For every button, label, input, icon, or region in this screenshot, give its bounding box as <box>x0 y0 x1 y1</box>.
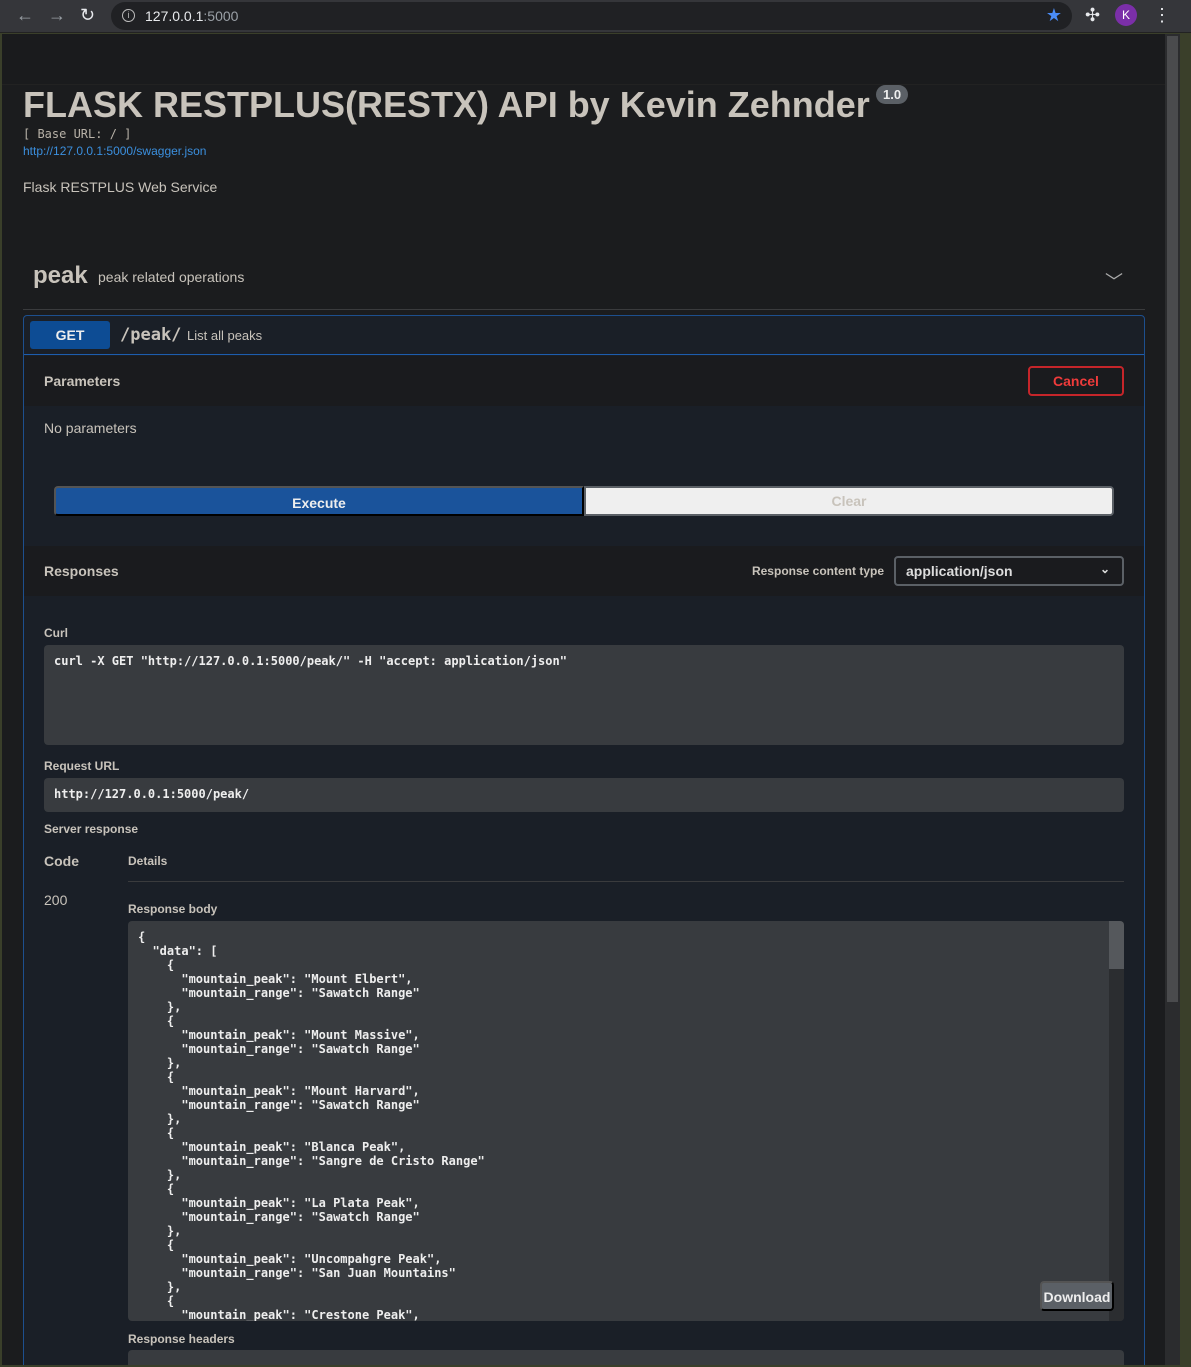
responses-header: Responses Response content type applicat… <box>24 546 1144 596</box>
server-response-label: Server response <box>44 822 139 836</box>
menu-icon[interactable]: ⋮ <box>1153 5 1171 26</box>
base-url: [ Base URL: / ] <box>23 127 132 141</box>
details-column-header: Details <box>128 854 168 868</box>
divider <box>128 881 1124 882</box>
response-body[interactable]: { "data": [ { "mountain_peak": "Mount El… <box>128 921 1124 1321</box>
browser-toolbar: ← → ↻ i 127.0.0.1:5000 ★ ✣ K ⋮ <box>0 0 1191 33</box>
tag-name: peak <box>33 262 88 289</box>
chevron-down-icon: ⌄ <box>1099 562 1110 576</box>
version-badge: 1.0 <box>876 85 909 104</box>
top-bar <box>2 34 1165 85</box>
operation-path: /peak/ <box>120 325 182 345</box>
bookmark-star-icon[interactable]: ★ <box>1046 5 1062 26</box>
avatar[interactable]: K <box>1115 4 1137 26</box>
address-bar[interactable]: i 127.0.0.1:5000 ★ <box>111 2 1072 30</box>
responses-heading: Responses <box>44 563 119 579</box>
parameters-header: Parameters Cancel <box>24 356 1144 406</box>
page-scrollbar[interactable] <box>1165 34 1180 1365</box>
tag-description: peak related operations <box>98 269 245 285</box>
tag-section-peak[interactable]: peak peak related operations ﹀ <box>23 254 1145 310</box>
reload-icon[interactable]: ↻ <box>80 5 95 26</box>
execute-button[interactable]: Execute <box>54 486 584 516</box>
swagger-json-link[interactable]: http://127.0.0.1:5000/swagger.json <box>23 144 206 158</box>
api-description: Flask RESTPLUS Web Service <box>23 179 218 195</box>
no-parameters-text: No parameters <box>44 420 137 436</box>
info-icon[interactable]: i <box>122 9 135 22</box>
curl-label: Curl <box>44 626 68 640</box>
content-type-label: Response content type <box>751 564 884 578</box>
response-body-text: { "data": [ { "mountain_peak": "Mount El… <box>138 930 485 1321</box>
operation-summary: List all peaks <box>187 328 263 343</box>
parameters-heading: Parameters <box>44 373 121 389</box>
response-body-scrollbar[interactable] <box>1109 921 1124 1321</box>
curl-command[interactable]: curl -X GET "http://127.0.0.1:5000/peak/… <box>44 645 1124 745</box>
operation-get-peak: GET /peak/ List all peaks Parameters Can… <box>23 315 1145 1365</box>
url-port: :5000 <box>203 8 239 24</box>
content-type-value: application/json <box>906 563 1013 579</box>
response-body-label: Response body <box>128 902 218 916</box>
cancel-button[interactable]: Cancel <box>1028 366 1124 396</box>
response-headers[interactable] <box>128 1350 1124 1365</box>
swagger-page: FLASK RESTPLUS(RESTX) API by Kevin Zehnd… <box>2 34 1165 1365</box>
response-headers-label: Response headers <box>128 1332 235 1346</box>
download-button[interactable]: Download <box>1040 1281 1114 1311</box>
page-title: FLASK RESTPLUS(RESTX) API by Kevin Zehnd… <box>23 84 870 125</box>
extensions-icon[interactable]: ✣ <box>1085 5 1100 26</box>
method-badge: GET <box>30 321 110 349</box>
code-column-header: Code <box>44 853 79 869</box>
request-url-label: Request URL <box>44 759 120 773</box>
status-code: 200 <box>44 892 68 908</box>
url-host: 127.0.0.1 <box>145 8 204 24</box>
operation-header[interactable]: GET /peak/ List all peaks <box>24 316 1144 355</box>
chevron-down-icon[interactable]: ﹀ <box>1105 268 1123 294</box>
forward-icon[interactable]: → <box>48 5 66 26</box>
content-type-select[interactable]: application/json ⌄ <box>894 556 1124 586</box>
back-icon[interactable]: ← <box>16 5 34 26</box>
clear-button[interactable]: Clear <box>584 486 1114 516</box>
request-url[interactable]: http://127.0.0.1:5000/peak/ <box>44 778 1124 812</box>
